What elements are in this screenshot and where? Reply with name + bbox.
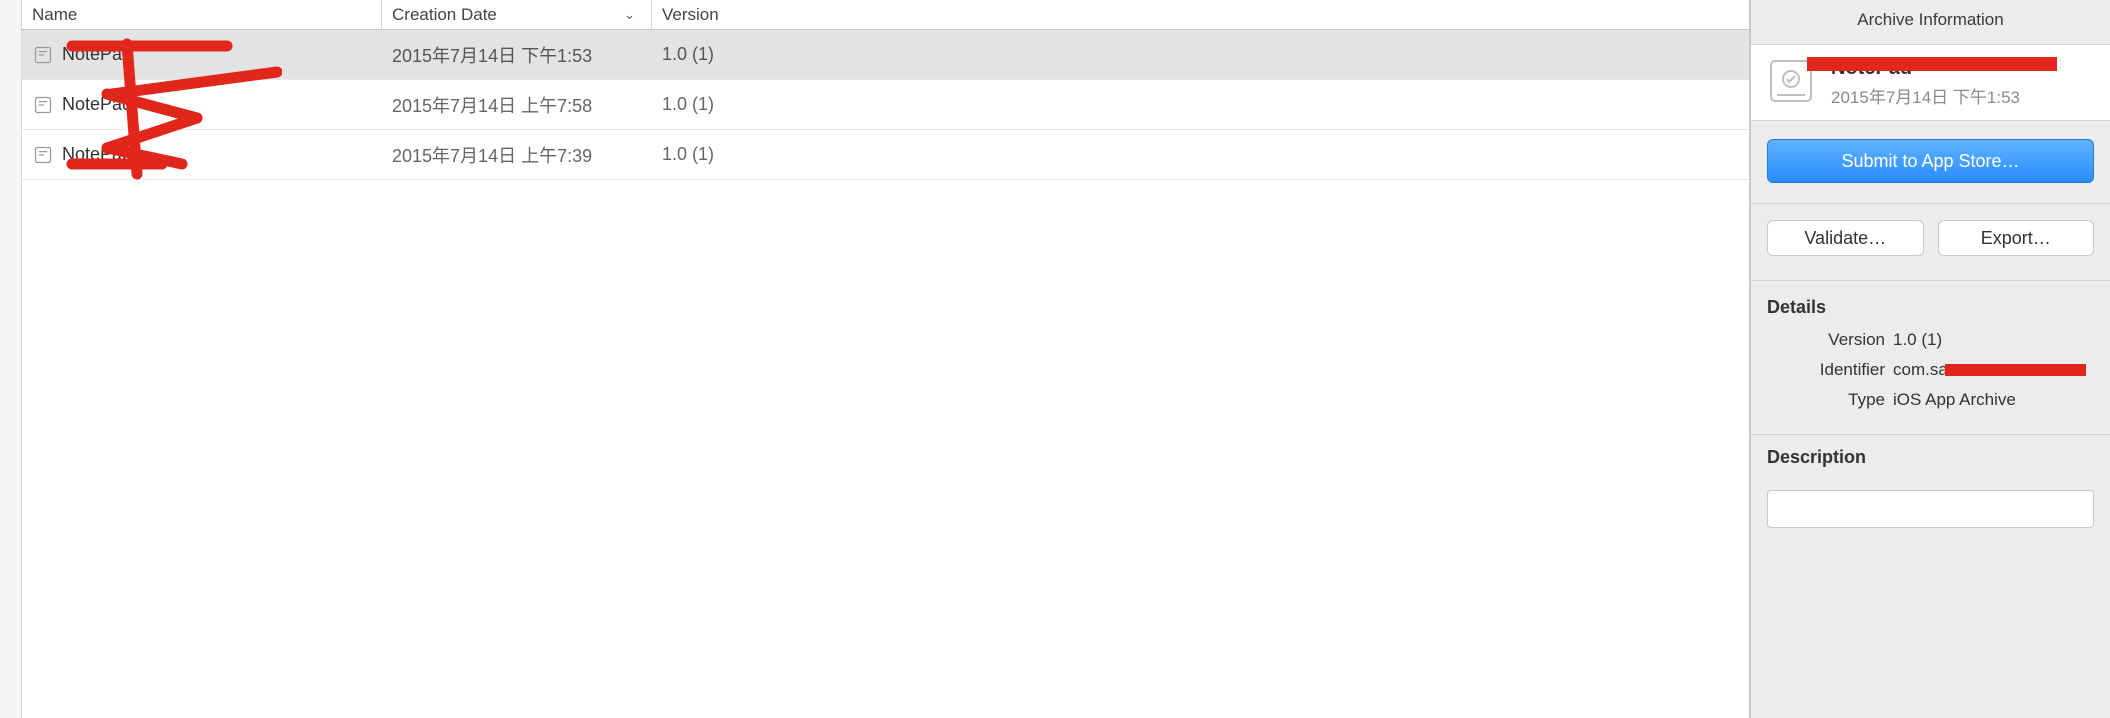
row-name: NotePad <box>62 44 132 65</box>
detail-val-identifier: com.sa <box>1893 360 2086 380</box>
archive-rows: NotePad 2015年7月14日 下午1:53 1.0 (1) NotePa… <box>22 30 1749 718</box>
column-header-label: Creation Date <box>392 5 497 25</box>
panel-title: Archive Information <box>1751 0 2110 44</box>
button-label: Submit to App Store… <box>1841 151 2019 172</box>
archive-icon <box>32 94 54 116</box>
column-header-version[interactable]: Version <box>652 0 1749 29</box>
column-header-row: Name Creation Date ⌄ Version <box>22 0 1749 30</box>
row-name: NotePad <box>62 94 132 115</box>
column-header-label: Name <box>32 5 77 25</box>
primary-action-block: Submit to App Store… <box>1751 121 2110 204</box>
validate-button[interactable]: Validate… <box>1767 220 1924 256</box>
archive-icon <box>32 144 54 166</box>
export-button[interactable]: Export… <box>1938 220 2095 256</box>
button-label: Export… <box>1981 228 2051 249</box>
archive-icon <box>32 44 54 66</box>
row-version: 1.0 (1) <box>652 144 1749 165</box>
archive-list: Name Creation Date ⌄ Version NotePad 201… <box>22 0 1750 718</box>
archive-info-panel: Archive Information NotePad 2015年7月14日 下… <box>1750 0 2110 718</box>
detail-key-version: Version <box>1775 330 1885 350</box>
detail-key-identifier: Identifier <box>1775 360 1885 380</box>
detail-val-type: iOS App Archive <box>1893 390 2086 410</box>
detail-val-identifier-text: com.sa <box>1893 360 1948 379</box>
left-gutter <box>0 0 22 718</box>
row-date: 2015年7月14日 下午1:53 <box>382 42 652 68</box>
column-header-date[interactable]: Creation Date ⌄ <box>382 0 652 29</box>
description-input[interactable] <box>1767 490 2094 528</box>
detail-val-version: 1.0 (1) <box>1893 330 2086 350</box>
details-heading: Details <box>1767 297 2094 318</box>
table-row[interactable]: NotePad 2015年7月14日 上午7:58 1.0 (1) <box>22 80 1749 130</box>
secondary-action-row: Validate… Export… <box>1751 204 2110 281</box>
row-name: NotePad <box>62 144 132 165</box>
table-row[interactable]: NotePad 2015年7月14日 下午1:53 1.0 (1) <box>22 30 1749 80</box>
button-label: Validate… <box>1804 228 1886 249</box>
detail-key-type: Type <box>1775 390 1885 410</box>
table-row[interactable]: NotePad 2015年7月14日 上午7:39 1.0 (1) <box>22 130 1749 180</box>
description-heading: Description <box>1767 447 2094 468</box>
column-header-label: Version <box>662 5 719 25</box>
description-section: Description <box>1751 435 2110 528</box>
details-section: Details Version 1.0 (1) Identifier com.s… <box>1751 281 2110 435</box>
archive-large-icon <box>1765 55 1817 107</box>
row-date: 2015年7月14日 上午7:39 <box>382 142 652 168</box>
archive-name: NotePad <box>1831 57 2020 80</box>
archive-header: NotePad 2015年7月14日 下午1:53 <box>1751 44 2110 121</box>
archive-date: 2015年7月14日 下午1:53 <box>1831 83 2020 108</box>
row-version: 1.0 (1) <box>652 44 1749 65</box>
row-version: 1.0 (1) <box>652 94 1749 115</box>
submit-button[interactable]: Submit to App Store… <box>1767 139 2094 183</box>
sort-descending-icon: ⌄ <box>624 7 641 23</box>
row-date: 2015年7月14日 上午7:58 <box>382 92 652 118</box>
column-header-name[interactable]: Name <box>22 0 382 29</box>
redaction-scribble-icon <box>1945 362 2086 378</box>
